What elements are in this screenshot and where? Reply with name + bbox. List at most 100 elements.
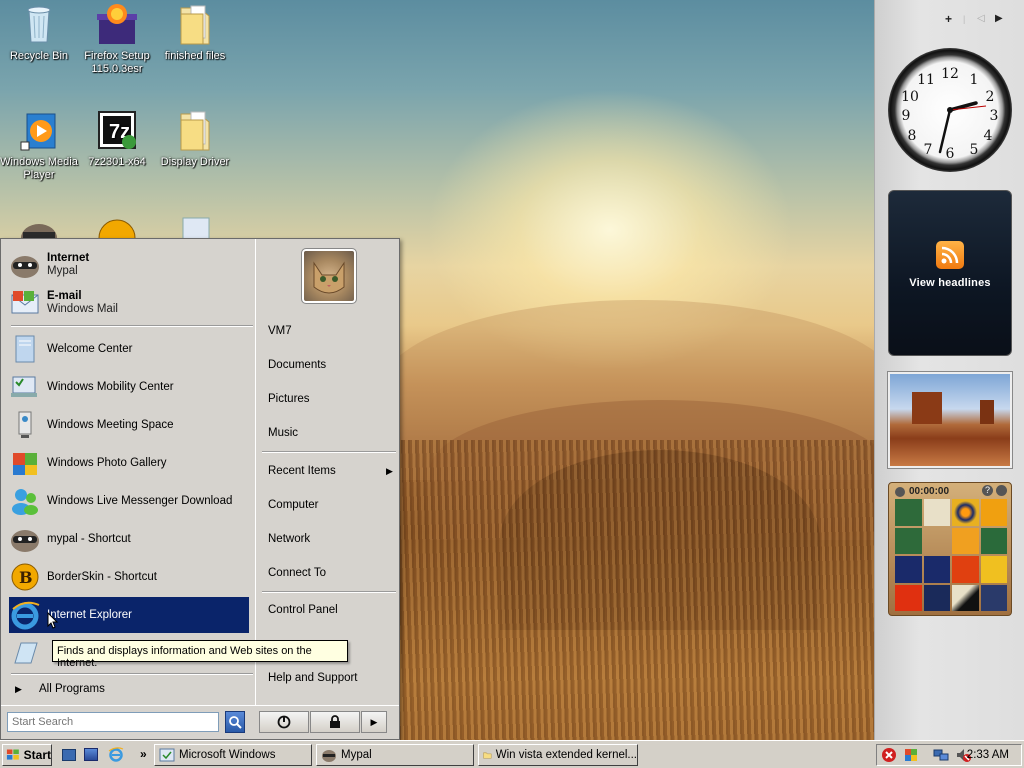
recent-item-mobility-center[interactable]: Windows Mobility Center [9, 369, 249, 405]
recent-item-photo-gallery[interactable]: Windows Photo Gallery [9, 445, 249, 481]
puzzle-tile[interactable] [952, 499, 979, 526]
next-page-button[interactable]: ▶ [995, 13, 1003, 24]
documents-link[interactable]: Documents [268, 359, 326, 371]
tooltip: Finds and displays information and Web s… [52, 640, 348, 669]
search-icon [229, 716, 242, 729]
start-button[interactable]: Start [2, 744, 52, 766]
internet-explorer-icon [9, 599, 41, 631]
menu-separator [11, 325, 253, 327]
media-player-icon [17, 108, 61, 152]
svg-text:12: 12 [941, 66, 959, 82]
taskbar-task-win-vista-kernel[interactable]: Win vista extended kernel... [478, 744, 638, 766]
desktop-icon-windows-media-player[interactable]: Windows Media Player [0, 108, 78, 182]
all-programs-button[interactable]: ▶ All Programs [9, 677, 249, 701]
taskbar-clock[interactable]: 2:33 AM [967, 749, 1009, 761]
recent-item-label: mypal - Shortcut [47, 532, 131, 545]
network-icon[interactable] [933, 747, 949, 763]
puzzle-tile[interactable] [895, 556, 922, 583]
puzzle-tile[interactable] [923, 499, 950, 526]
desktop-icon-label: finished files [164, 50, 226, 62]
start-search-bar: ▶ [1, 705, 399, 739]
pictures-link[interactable]: Pictures [268, 393, 310, 405]
help-and-support-link[interactable]: Help and Support [268, 672, 358, 684]
desktop-icon-display-driver[interactable]: Display Driver [156, 108, 234, 169]
puzzle-tile[interactable] [952, 584, 979, 611]
svg-text:7: 7 [924, 142, 933, 158]
timer-icon [895, 486, 905, 497]
search-button[interactable] [225, 711, 245, 733]
quick-launch-show-desktop-icon[interactable] [62, 749, 76, 761]
desktop-icon-label: Display Driver [160, 156, 230, 168]
recent-item-internet-explorer[interactable]: Internet Explorer [9, 597, 249, 633]
previous-page-button[interactable]: ◁ [977, 13, 985, 24]
lock-icon [330, 715, 340, 728]
control-panel-link[interactable]: Control Panel [268, 604, 338, 616]
add-gadget-button[interactable]: + [945, 12, 952, 26]
picture-puzzle-gadget[interactable]: 00:00:00 ? [888, 482, 1012, 616]
recent-item-welcome-center[interactable]: Welcome Center [9, 331, 249, 367]
pinned-item-title: E-mail [47, 290, 82, 302]
taskbar-task-mypal[interactable]: Mypal [316, 744, 474, 766]
recent-item-mypal-shortcut[interactable]: mypal - Shortcut [9, 521, 249, 557]
desktop-icon-7zip[interactable]: 7z 7z2301-x64 [78, 108, 156, 169]
shutdown-options-button[interactable]: ▶ [361, 711, 387, 733]
puzzle-board[interactable] [895, 499, 1007, 611]
arrow-right-icon: ▶ [370, 716, 378, 727]
windows-security-icon[interactable] [903, 747, 919, 763]
view-headlines-link[interactable]: View headlines [889, 277, 1011, 289]
recent-item-borderskin-shortcut[interactable]: B BorderSkin - Shortcut [9, 559, 249, 595]
puzzle-options-icon[interactable] [996, 485, 1007, 496]
desktop-icon-finished-files[interactable]: finished files [156, 2, 234, 63]
taskbar: Start » Microsoft Windows Mypal Win vist… [0, 740, 1024, 768]
desktop-icon-firefox-setup[interactable]: Firefox Setup 115.0.3esr [78, 2, 156, 76]
puzzle-tile [924, 528, 951, 555]
cat-icon [313, 261, 345, 294]
pinned-item-email[interactable]: E-mail Windows Mail [9, 285, 249, 321]
puzzle-tile[interactable] [980, 584, 1007, 611]
computer-link[interactable]: Computer [268, 499, 319, 511]
puzzle-help-button[interactable]: ? [982, 485, 993, 496]
puzzle-tile[interactable] [895, 584, 922, 611]
puzzle-tile[interactable] [980, 499, 1007, 526]
connect-to-link[interactable]: Connect To [268, 567, 326, 579]
puzzle-tile[interactable] [952, 527, 979, 554]
recent-item-live-messenger[interactable]: Windows Live Messenger Download [9, 483, 249, 519]
puzzle-tile[interactable] [923, 584, 950, 611]
quick-launch-overflow-button[interactable]: » [140, 747, 147, 761]
messenger-icon [9, 485, 41, 517]
music-link[interactable]: Music [268, 427, 298, 439]
lock-button[interactable] [310, 711, 360, 733]
desktop-icon-recycle-bin[interactable]: Recycle Bin [0, 2, 78, 63]
user-picture[interactable] [301, 248, 357, 304]
recent-items-link[interactable]: Recent Items [268, 465, 336, 477]
pinned-item-internet[interactable]: Internet Mypal [9, 247, 249, 283]
start-button-label: Start [23, 748, 51, 762]
recent-item-label: Internet Explorer [47, 608, 133, 621]
network-link[interactable]: Network [268, 533, 310, 545]
svg-text:4: 4 [984, 128, 993, 144]
security-alert-icon[interactable] [881, 747, 897, 763]
power-icon [277, 715, 291, 729]
puzzle-tile[interactable] [980, 556, 1007, 583]
svg-text:8: 8 [908, 128, 917, 144]
power-button[interactable] [259, 711, 309, 733]
puzzle-tile[interactable] [895, 499, 922, 526]
start-menu-places-pane: VM7 Documents Pictures Music Recent Item… [255, 239, 399, 705]
clock-gadget[interactable]: 12 1 2 345 678 9 10 11 [888, 48, 1012, 172]
pinned-item-subtitle: Mypal [47, 265, 78, 277]
quick-launch-internet-explorer-icon[interactable] [108, 746, 124, 765]
puzzle-tile[interactable] [952, 556, 979, 583]
user-folder-link[interactable]: VM7 [268, 325, 292, 337]
feed-headlines-gadget[interactable]: View headlines [888, 190, 1012, 356]
recent-item-meeting-space[interactable]: Windows Meeting Space [9, 407, 249, 443]
taskbar-task-microsoft-windows[interactable]: Microsoft Windows [154, 744, 312, 766]
slideshow-gadget[interactable] [887, 371, 1013, 469]
submenu-arrow-icon: ▶ [386, 466, 393, 476]
folder-icon [173, 108, 217, 152]
puzzle-tile[interactable] [980, 527, 1007, 554]
puzzle-tile[interactable] [923, 556, 950, 583]
puzzle-tile[interactable] [895, 527, 922, 554]
start-search-input[interactable] [7, 712, 219, 732]
welcome-center-icon [9, 333, 41, 365]
quick-launch-switch-windows-icon[interactable] [84, 748, 98, 761]
